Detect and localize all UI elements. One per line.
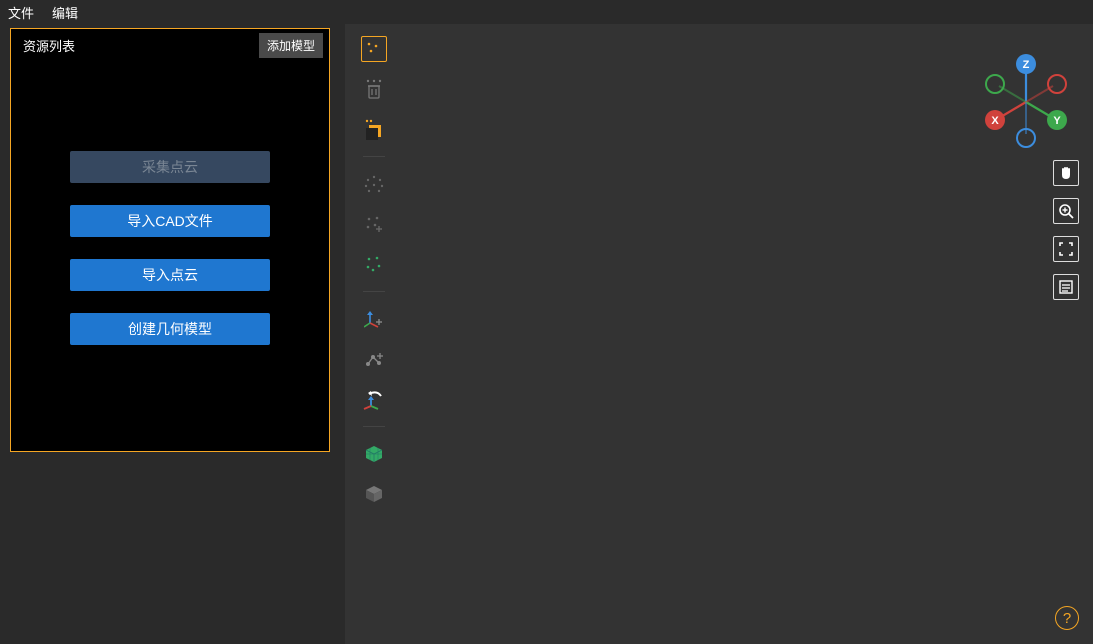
select-points-icon[interactable] bbox=[361, 36, 387, 62]
panel-title: 资源列表 bbox=[23, 36, 75, 55]
cube-green-icon[interactable] bbox=[361, 441, 387, 467]
layer-icon[interactable] bbox=[361, 116, 387, 142]
import-cloud-button[interactable]: 导入点云 bbox=[70, 259, 270, 291]
import-cad-button[interactable]: 导入CAD文件 bbox=[70, 205, 270, 237]
collect-cloud-button: 采集点云 bbox=[70, 151, 270, 183]
zoom-in-icon[interactable] bbox=[1053, 198, 1079, 224]
divider bbox=[363, 291, 385, 292]
right-toolbar bbox=[1053, 160, 1079, 300]
scatter-tool-2-icon[interactable] bbox=[361, 211, 387, 237]
viewport[interactable]: Z X Y ? bbox=[345, 24, 1093, 644]
axis-y-label: Y bbox=[1053, 115, 1061, 127]
panel-body: 采集点云 导入CAD文件 导入点云 创建几何模型 bbox=[11, 151, 329, 345]
delete-icon[interactable] bbox=[361, 76, 387, 102]
list-icon[interactable] bbox=[1053, 274, 1079, 300]
scatter-tool-1-icon[interactable] bbox=[361, 171, 387, 197]
help-button[interactable]: ? bbox=[1055, 606, 1079, 630]
axis-indicator[interactable]: Z X Y bbox=[971, 42, 1081, 152]
measure-icon[interactable] bbox=[361, 346, 387, 372]
axis-add-icon[interactable] bbox=[361, 306, 387, 332]
scatter-tool-3-icon[interactable] bbox=[361, 251, 387, 277]
add-model-button[interactable]: 添加模型 bbox=[259, 33, 323, 58]
menu-file[interactable]: 文件 bbox=[8, 3, 34, 22]
menu-edit[interactable]: 编辑 bbox=[52, 3, 78, 22]
create-geometry-button[interactable]: 创建几何模型 bbox=[70, 313, 270, 345]
divider bbox=[363, 426, 385, 427]
axis-x-label: X bbox=[991, 115, 999, 127]
resource-panel: 资源列表 添加模型 采集点云 导入CAD文件 导入点云 创建几何模型 bbox=[10, 28, 330, 452]
pan-hand-icon[interactable] bbox=[1053, 160, 1079, 186]
rotate-axis-icon[interactable] bbox=[361, 386, 387, 412]
vertical-toolbar bbox=[357, 36, 391, 507]
panel-header: 资源列表 添加模型 bbox=[11, 29, 329, 61]
axis-z-label: Z bbox=[1023, 59, 1030, 71]
divider bbox=[363, 156, 385, 157]
fullscreen-icon[interactable] bbox=[1053, 236, 1079, 262]
menubar: 文件 编辑 bbox=[0, 0, 1093, 24]
cube-gray-icon[interactable] bbox=[361, 481, 387, 507]
